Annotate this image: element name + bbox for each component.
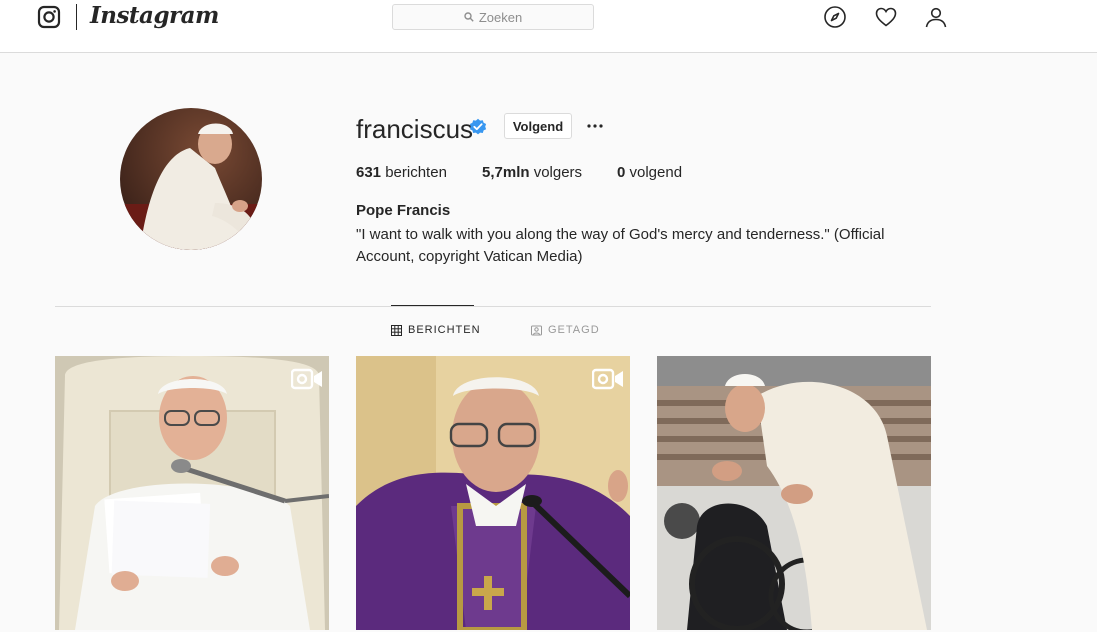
top-nav: Instagram Zoeken xyxy=(0,0,1097,53)
post-thumbnail[interactable] xyxy=(657,356,931,630)
username: franciscus xyxy=(356,114,474,144)
post-thumbnail[interactable] xyxy=(55,356,329,630)
avatar[interactable] xyxy=(120,108,262,250)
tab-posts[interactable]: BERICHTEN xyxy=(391,324,481,336)
posts-label: berichten xyxy=(381,164,447,181)
tab-posts-label: BERICHTEN xyxy=(408,324,481,336)
followers-label: volgers xyxy=(529,164,583,181)
tab-tagged-label: GETAGD xyxy=(548,324,600,336)
post-thumbnail[interactable] xyxy=(356,356,630,630)
tagged-icon xyxy=(531,325,542,335)
following-stat[interactable]: 0 volgend xyxy=(617,164,682,181)
posts-count: 631 xyxy=(356,164,382,181)
logo-divider xyxy=(76,4,77,30)
post-image xyxy=(55,356,329,630)
compass-icon[interactable] xyxy=(823,5,847,29)
active-tab-indicator xyxy=(391,305,474,306)
tab-tagged[interactable]: GETAGD xyxy=(531,324,600,336)
followers-stat[interactable]: 5,7mln volgers xyxy=(482,164,582,181)
followers-count: 5,7mln xyxy=(482,164,530,181)
grid-icon xyxy=(391,324,402,336)
search-icon xyxy=(464,12,474,22)
post-image xyxy=(356,356,630,630)
video-icon xyxy=(592,368,623,390)
user-icon[interactable] xyxy=(924,5,948,29)
bio: "I want to walk with you along the way o… xyxy=(356,226,885,265)
posts-stat: 631 berichten xyxy=(356,164,447,181)
full-name: Pope Francis xyxy=(356,202,451,219)
following-label: volgend xyxy=(625,164,683,181)
following-button[interactable]: Volgend xyxy=(504,113,572,139)
verified-badge-icon xyxy=(469,118,487,135)
instagram-logo-icon[interactable] xyxy=(37,5,61,29)
brand-wordmark[interactable]: Instagram xyxy=(90,2,219,29)
heart-icon[interactable] xyxy=(874,5,898,29)
search-input[interactable]: Zoeken xyxy=(392,4,594,30)
tabs-divider xyxy=(55,306,931,307)
more-options-icon[interactable] xyxy=(586,118,604,134)
search-placeholder: Zoeken xyxy=(478,9,523,25)
post-image xyxy=(657,356,931,630)
video-icon xyxy=(291,368,322,390)
